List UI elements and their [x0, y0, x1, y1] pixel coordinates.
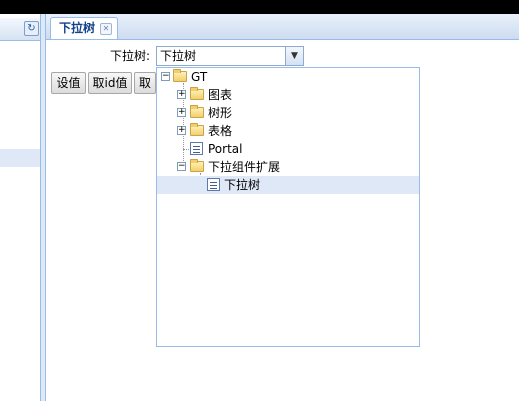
- tree-node-label: GT: [191, 70, 208, 84]
- tree-node-tables[interactable]: + 表格: [157, 122, 419, 140]
- set-value-button[interactable]: 设值: [51, 72, 86, 94]
- dropdown-tree-label: 下拉树:: [110, 49, 151, 63]
- tree-node-portal[interactable]: Portal: [157, 140, 419, 158]
- document-icon: [190, 142, 203, 155]
- tree-node-charts[interactable]: + 图表: [157, 86, 419, 104]
- expand-icon[interactable]: +: [177, 126, 186, 135]
- tree-node-label: 表格: [208, 124, 233, 138]
- folder-open-icon: [190, 159, 204, 172]
- expand-icon[interactable]: +: [177, 90, 186, 99]
- collapse-icon[interactable]: −: [161, 72, 170, 81]
- left-selected-row[interactable]: [0, 149, 40, 167]
- tree-node-label: 下拉树: [224, 178, 261, 192]
- tab-strip: 下拉树 ✕: [46, 14, 519, 40]
- get-id-button[interactable]: 取id值: [88, 72, 132, 94]
- dropdown-tree-panel: − GT + 图表 + 树形 + 表格 Portal − 下拉组件扩展 下拉树: [156, 67, 420, 347]
- tree-node-dropdown-ext[interactable]: − 下拉组件扩展: [157, 158, 419, 176]
- combo-value: 下拉树: [160, 49, 197, 63]
- refresh-icon[interactable]: ↻: [24, 21, 39, 36]
- folder-icon: [190, 123, 204, 136]
- folder-icon: [190, 87, 204, 100]
- tree-node-gt[interactable]: − GT: [157, 68, 419, 86]
- tree-node-label: 树形: [208, 106, 233, 120]
- dropdown-tree-combo[interactable]: 下拉树 ▼: [156, 46, 304, 66]
- tree-node-dropdown-tree[interactable]: 下拉树: [157, 176, 419, 194]
- tab-label: 下拉树: [59, 21, 96, 35]
- tree-node-label: 下拉组件扩展: [208, 160, 281, 174]
- close-icon[interactable]: ✕: [100, 23, 113, 35]
- left-panel-header: ↻: [0, 18, 40, 41]
- get-button[interactable]: 取: [134, 72, 156, 94]
- top-bar: [0, 0, 519, 14]
- left-panel: ↻: [0, 14, 40, 401]
- tree-node-trees[interactable]: + 树形: [157, 104, 419, 122]
- collapse-icon[interactable]: −: [177, 162, 186, 171]
- document-icon: [207, 178, 220, 191]
- folder-icon: [190, 105, 204, 118]
- tree-node-label: Portal: [208, 142, 243, 156]
- chevron-down-icon[interactable]: ▼: [285, 47, 303, 65]
- tree-node-label: 图表: [208, 88, 233, 102]
- folder-open-icon: [173, 69, 187, 82]
- expand-icon[interactable]: +: [177, 108, 186, 117]
- tab-dropdown-tree[interactable]: 下拉树 ✕: [50, 17, 119, 39]
